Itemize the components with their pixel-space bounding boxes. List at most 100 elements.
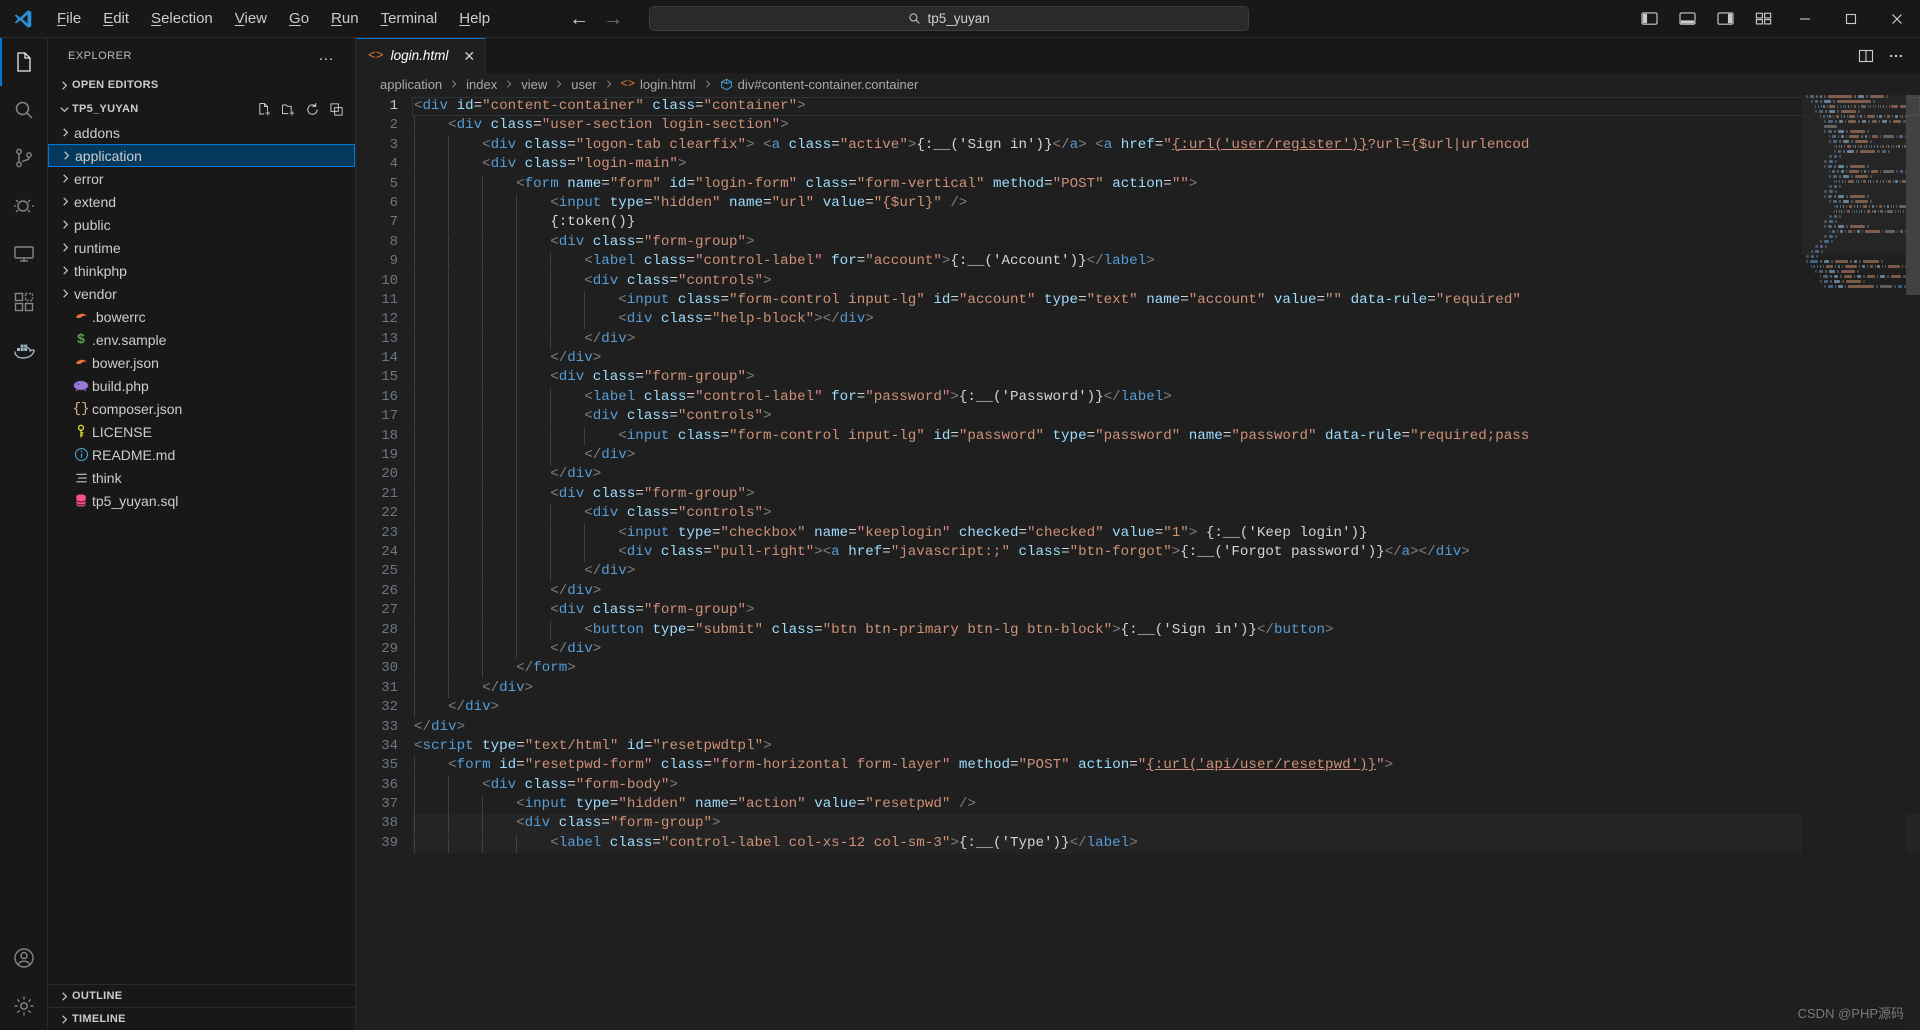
tree-file--bowerrc[interactable]: .bowerrc <box>48 305 355 328</box>
code-line[interactable]: <form name="form" id="login-form" class=… <box>412 174 1920 194</box>
window-maximize-button[interactable] <box>1828 0 1874 37</box>
go-back-icon[interactable]: ← <box>569 9 589 29</box>
code-line[interactable]: <div class="user-section login-section"> <box>412 116 1920 136</box>
code-line[interactable]: </div> <box>412 678 1920 698</box>
section-timeline[interactable]: TIMELINE <box>48 1007 355 1030</box>
activity-docker[interactable] <box>0 326 48 374</box>
new-file-icon[interactable] <box>253 98 275 120</box>
code-line[interactable]: <div class="form-group"> <box>412 368 1920 388</box>
section-project-root[interactable]: TP5_YUYAN <box>48 97 355 121</box>
go-forward-icon[interactable]: → <box>603 9 623 29</box>
toggle-primary-sidebar-button[interactable] <box>1630 0 1668 37</box>
code-line[interactable]: </div> <box>412 718 1920 737</box>
code-line[interactable]: <div class="help-block"></div> <box>412 310 1920 330</box>
activity-run-debug[interactable] <box>0 182 48 230</box>
tree-folder-runtime[interactable]: runtime <box>48 236 355 259</box>
minimap-slider[interactable] <box>1802 95 1906 255</box>
breadcrumb-item-login-html[interactable]: <> login.html <box>619 77 698 92</box>
menu-go[interactable]: Go <box>278 0 320 37</box>
code-line[interactable]: <label class="control-label col-xs-12 co… <box>412 833 1920 854</box>
code-editor[interactable]: 1 2 3 4 5 6 7 8 9 10 11 12 13 14 15 16 17 18 19 20 21 22 23 24 2… <box>356 95 1920 1030</box>
code-line[interactable]: </div> <box>412 698 1920 718</box>
tree-folder-extend[interactable]: extend <box>48 190 355 213</box>
new-folder-icon[interactable] <box>277 98 299 120</box>
tree-folder-error[interactable]: error <box>48 167 355 190</box>
breadcrumb-item-index[interactable]: index <box>464 77 499 92</box>
code-line[interactable]: <input type="checkbox" name="keeplogin" … <box>412 523 1920 543</box>
code-line[interactable]: <input class="form-control input-lg" id=… <box>412 426 1920 446</box>
tree-folder-vendor[interactable]: vendor <box>48 282 355 305</box>
tree-file-think[interactable]: think <box>48 466 355 489</box>
activity-remote-explorer[interactable] <box>0 230 48 278</box>
code-line[interactable]: <input type="hidden" name="url" value="{… <box>412 193 1920 213</box>
menu-bar[interactable]: File Edit Selection View Go Run Terminal… <box>46 0 501 37</box>
customize-layout-button[interactable] <box>1744 0 1782 37</box>
menu-terminal[interactable]: Terminal <box>370 0 449 37</box>
command-center-search[interactable]: tp5_yuyan <box>649 6 1250 31</box>
editor-vertical-scrollbar[interactable] <box>1906 95 1920 1030</box>
code-line[interactable]: </form> <box>412 659 1920 679</box>
tree-file-build-php[interactable]: build.php <box>48 374 355 397</box>
tab-login-html[interactable]: <> login.html ✕ <box>356 38 487 73</box>
tree-file-bower-json[interactable]: bower.json <box>48 351 355 374</box>
menu-edit[interactable]: Edit <box>92 0 140 37</box>
code-line[interactable]: <form id="resetpwd-form" class="form-hor… <box>412 756 1920 776</box>
code-line[interactable]: <input class="form-control input-lg" id=… <box>412 290 1920 310</box>
menu-help[interactable]: Help <box>448 0 501 37</box>
tab-close-icon[interactable]: ✕ <box>463 49 475 63</box>
activity-source-control[interactable] <box>0 134 48 182</box>
breadcrumb-item-user[interactable]: user <box>569 77 598 92</box>
window-close-button[interactable] <box>1874 0 1920 37</box>
code-line[interactable]: {:token()} <box>412 213 1920 233</box>
tree-folder-addons[interactable]: addons <box>48 121 355 144</box>
tree-file-tp5-yuyan-sql[interactable]: tp5_yuyan.sql <box>48 489 355 512</box>
window-minimize-button[interactable] <box>1782 0 1828 37</box>
code-line[interactable]: </div> <box>412 446 1920 466</box>
breadcrumb-item-div-content-container-container[interactable]: div#content-container.container <box>718 77 921 92</box>
code-line[interactable]: <div class="controls"> <box>412 407 1920 427</box>
code-line[interactable]: <input type="hidden" name="action" value… <box>412 795 1920 815</box>
activity-explorer[interactable] <box>0 38 48 86</box>
code-line[interactable]: </div> <box>412 562 1920 582</box>
more-actions-icon[interactable] <box>1882 42 1910 70</box>
code-content[interactable]: <div id="content-container" class="conta… <box>412 95 1920 1030</box>
code-line[interactable]: </div> <box>412 639 1920 659</box>
menu-view[interactable]: View <box>224 0 278 37</box>
activity-search[interactable] <box>0 86 48 134</box>
activity-settings[interactable] <box>0 982 48 1030</box>
tree-folder-application[interactable]: application <box>48 144 355 167</box>
tree-folder-public[interactable]: public <box>48 213 355 236</box>
section-open-editors[interactable]: OPEN EDITORS <box>48 73 355 97</box>
code-line[interactable]: </div> <box>412 581 1920 601</box>
tree-file-license[interactable]: LICENSE <box>48 420 355 443</box>
section-outline[interactable]: OUTLINE <box>48 984 355 1007</box>
code-line[interactable]: <label class="control-label" for="accoun… <box>412 252 1920 272</box>
menu-file[interactable]: File <box>46 0 92 37</box>
code-line[interactable]: <button type="submit" class="btn btn-pri… <box>412 620 1920 640</box>
breadcrumb-item-view[interactable]: view <box>519 77 549 92</box>
tree-file--env-sample[interactable]: $ .env.sample <box>48 328 355 351</box>
menu-selection[interactable]: Selection <box>140 0 224 37</box>
code-line[interactable]: <script type="text/html" id="resetpwdtpl… <box>412 737 1920 756</box>
code-line[interactable]: <div class="pull-right"><a href="javascr… <box>412 542 1920 562</box>
activity-extensions[interactable] <box>0 278 48 326</box>
breadcrumb-item-application[interactable]: application <box>378 77 444 92</box>
code-line[interactable]: </div> <box>412 349 1920 369</box>
toggle-secondary-sidebar-button[interactable] <box>1706 0 1744 37</box>
tree-folder-thinkphp[interactable]: thinkphp <box>48 259 355 282</box>
collapse-all-icon[interactable] <box>325 98 347 120</box>
activity-accounts[interactable] <box>0 934 48 982</box>
tree-file-readme-md[interactable]: README.md <box>48 443 355 466</box>
scrollbar-thumb[interactable] <box>1906 95 1920 295</box>
toggle-panel-button[interactable] <box>1668 0 1706 37</box>
refresh-icon[interactable] <box>301 98 323 120</box>
code-line[interactable]: <div class="controls"> <box>412 271 1920 291</box>
code-line[interactable]: <div class="form-group"> <box>412 814 1920 834</box>
code-line[interactable]: <label class="control-label" for="passwo… <box>412 387 1920 407</box>
code-line[interactable]: <div class="logon-tab clearfix"> <a clas… <box>412 135 1920 155</box>
split-editor-icon[interactable] <box>1852 42 1880 70</box>
minimap[interactable] <box>1802 95 1906 1030</box>
code-line[interactable]: <div class="form-group"> <box>412 601 1920 621</box>
code-line[interactable]: </div> <box>412 329 1920 349</box>
code-line[interactable]: <div class="login-main"> <box>412 155 1920 175</box>
